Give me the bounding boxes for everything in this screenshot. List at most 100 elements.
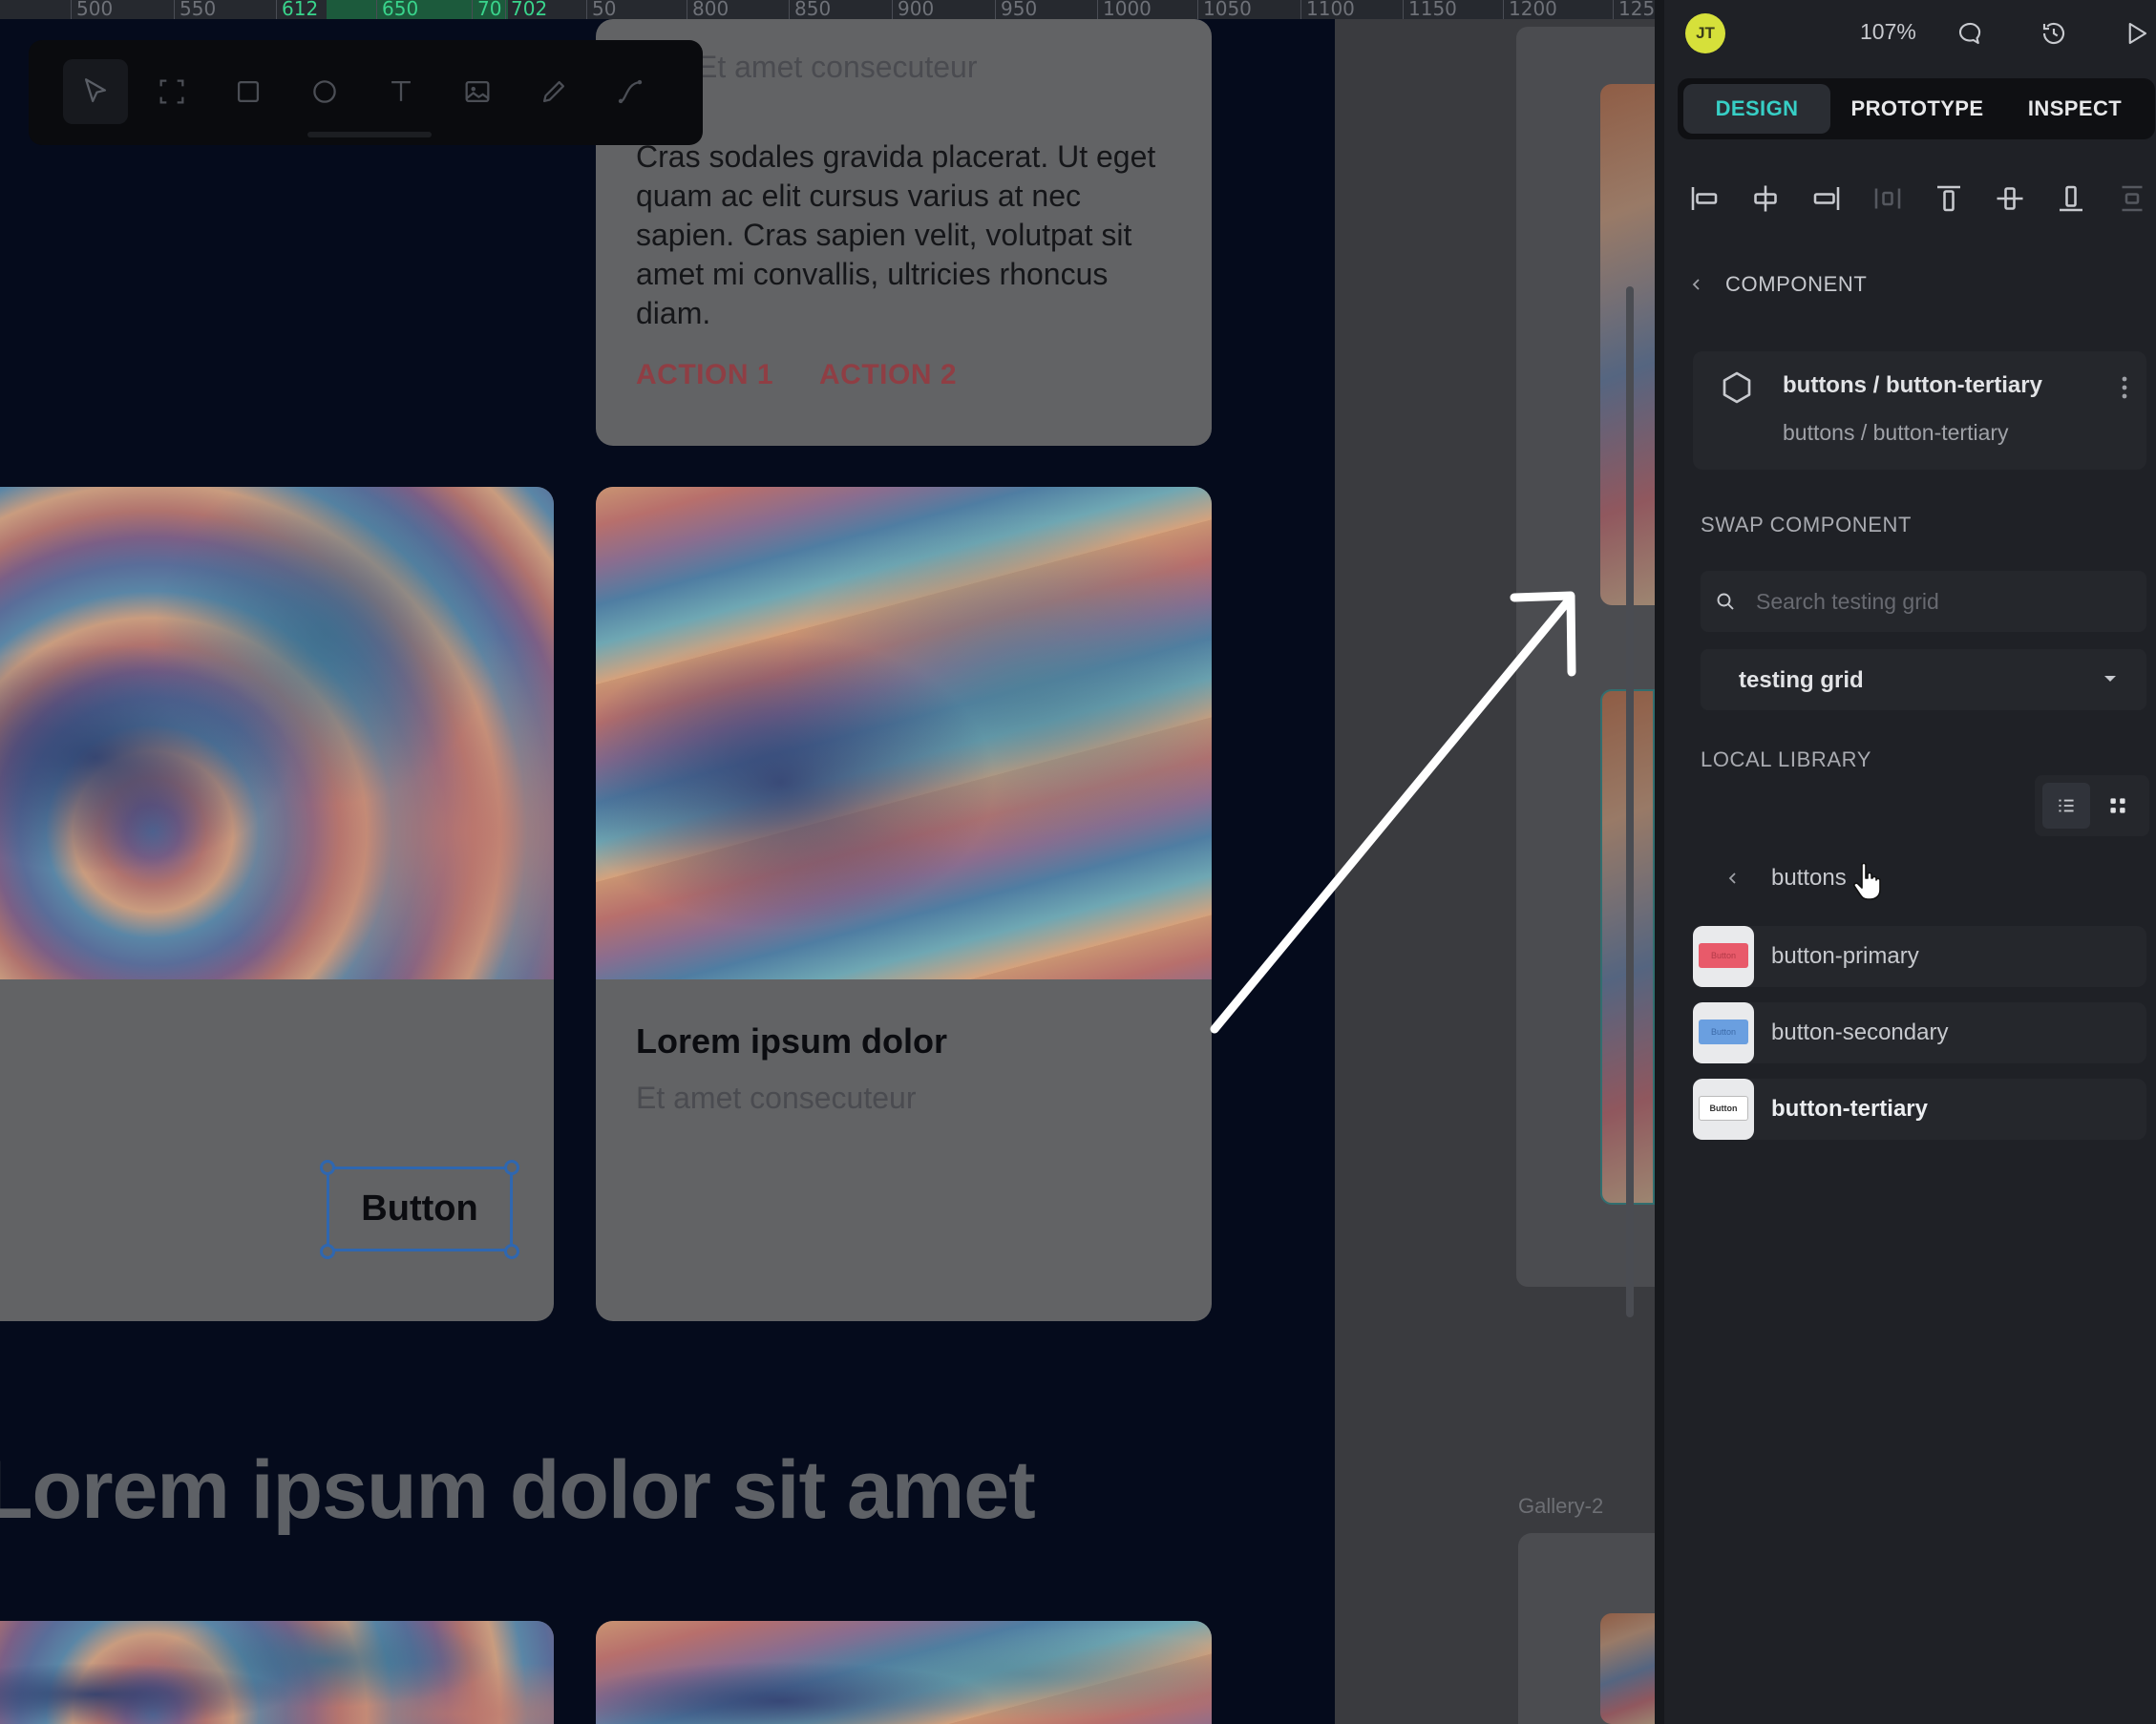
distribute-vertical-icon — [2122, 185, 2143, 212]
align-top-button[interactable] — [1928, 178, 1970, 220]
align-left-button[interactable] — [1683, 178, 1725, 220]
folder-name: buttons — [1771, 865, 1847, 891]
text-tool-button[interactable] — [369, 59, 433, 124]
gallery-thumb[interactable] — [1600, 1613, 1655, 1724]
align-bottom-button[interactable] — [2050, 178, 2092, 220]
ellipse-tool-button[interactable] — [292, 59, 357, 124]
panel-topbar: JT 107% — [1664, 0, 2156, 67]
tab-design[interactable]: DESIGN — [1683, 84, 1830, 134]
comment-icon — [1958, 22, 1981, 45]
selected-button[interactable]: Button — [327, 1167, 513, 1251]
swap-component-label: SWAP COMPONENT — [1701, 513, 1913, 536]
ruler-label: 702 — [511, 0, 548, 19]
distribute-horizontal-icon — [1874, 188, 1901, 209]
component-back-button[interactable]: COMPONENT — [1685, 272, 1867, 297]
library-item-name: button-primary — [1771, 943, 1919, 969]
ruler-tick — [1503, 0, 1504, 19]
align-center-horizontal-icon — [1754, 185, 1777, 212]
ruler-tick — [995, 0, 996, 19]
component-path: buttons / button-tertiary — [1783, 372, 2042, 398]
rectangle-tool-button[interactable] — [216, 59, 281, 124]
ruler-tick — [276, 0, 277, 19]
card-subtitle: Et amet consecuteur — [697, 50, 978, 84]
pencil-icon — [542, 80, 565, 103]
resize-handle[interactable] — [320, 1244, 335, 1259]
image-icon — [465, 80, 490, 103]
grid-icon — [2110, 798, 2125, 813]
ruler-label: 1150 — [1408, 0, 1457, 19]
panel-tabs: DESIGN PROTOTYPE INSPECT — [1678, 78, 2155, 139]
ruler-label: 650 — [382, 0, 419, 19]
card-body: Cras sodales gravida placerat. Ut eget q… — [636, 139, 1156, 330]
ruler-tick — [505, 0, 506, 19]
library-item-button-tertiary[interactable]: Button button-tertiary — [1693, 1079, 2146, 1140]
ruler-label: 1200 — [1509, 0, 1557, 19]
align-right-button[interactable] — [1806, 178, 1848, 220]
search-input[interactable] — [1756, 571, 2138, 632]
list-view-button[interactable] — [2042, 783, 2090, 829]
library-search[interactable] — [1701, 571, 2146, 632]
gallery-2-label[interactable]: Gallery-2 — [1518, 1494, 1603, 1519]
tab-prototype[interactable]: PROTOTYPE — [1840, 84, 1995, 134]
toolbar-drag-handle[interactable] — [307, 132, 432, 137]
rectangle-icon — [237, 80, 260, 103]
user-avatar[interactable]: JT — [1685, 13, 1725, 53]
library-item-button-secondary[interactable]: Button button-secondary — [1693, 1002, 2146, 1063]
distribute-vertical-button[interactable] — [2111, 178, 2153, 220]
hand-cursor-icon — [1853, 862, 1881, 900]
ruler-label: 1000 — [1103, 0, 1152, 19]
action-1-button[interactable]: ACTION 1 — [636, 359, 773, 391]
ruler-label: 1050 — [1203, 0, 1252, 19]
section-heading[interactable]: Lorem ipsum dolor sit amet — [0, 1443, 1036, 1538]
design-canvas[interactable]: 500 550 612 650 70 702 50 800 850 900 950 1000 1050 1… — [0, 0, 1655, 1724]
tab-inspect[interactable]: INSPECT — [2002, 84, 2147, 134]
distribute-horizontal-button[interactable] — [1867, 178, 1909, 220]
folder-back-button[interactable]: buttons — [1722, 865, 1847, 892]
annotation-arrow-icon — [1210, 591, 1576, 1034]
align-center-v-button[interactable] — [1989, 178, 2031, 220]
path-icon — [618, 79, 643, 104]
frame-tool-button[interactable] — [139, 59, 204, 124]
view-mode-toggle — [2035, 775, 2149, 836]
align-center-h-button[interactable] — [1744, 178, 1786, 220]
ruler-tick — [472, 0, 473, 19]
floating-toolbar — [29, 40, 703, 145]
canvas-scrollbar[interactable] — [1626, 286, 1634, 1317]
path-tool-button[interactable] — [598, 59, 663, 124]
design-panel: JT 107% DESIGN PROTOTYPE INSPECT COMPONE… — [1655, 0, 2156, 1724]
ruler-tick — [586, 0, 587, 19]
resize-handle[interactable] — [320, 1160, 335, 1175]
ruler-label: 950 — [1001, 0, 1038, 19]
select-tool-button[interactable] — [63, 59, 128, 124]
library-select[interactable]: testing grid — [1701, 649, 2146, 710]
ruler-label: 50 — [592, 0, 617, 19]
align-top-icon — [1937, 185, 1960, 212]
component-info[interactable]: buttons / button-tertiary buttons / butt… — [1693, 351, 2146, 470]
card-bottom-left[interactable] — [0, 1621, 554, 1724]
card-image — [596, 1621, 1212, 1724]
ruler-label: 70 — [477, 0, 502, 19]
resize-handle[interactable] — [504, 1244, 519, 1259]
ruler-tick — [1300, 0, 1301, 19]
thumb-chip: Button — [1699, 1096, 1748, 1121]
grid-view-button[interactable] — [2094, 783, 2142, 829]
component-thumbnail: Button — [1693, 1079, 1754, 1140]
history-button[interactable] — [2037, 16, 2071, 51]
ruler-tick — [892, 0, 893, 19]
library-item-button-primary[interactable]: Button button-primary — [1693, 926, 2146, 987]
component-thumbnail: Button — [1693, 926, 1754, 987]
button-label: Button — [361, 1188, 478, 1229]
play-prototype-button[interactable] — [2119, 16, 2153, 51]
action-2-button[interactable]: ACTION 2 — [819, 359, 957, 391]
resize-handle[interactable] — [504, 1160, 519, 1175]
align-center-vertical-icon — [1997, 187, 2023, 210]
pencil-tool-button[interactable] — [521, 59, 586, 124]
library-item-name: button-secondary — [1771, 1020, 1949, 1045]
zoom-level[interactable]: 107% — [1860, 19, 1916, 45]
card-bottom-right[interactable] — [596, 1621, 1212, 1724]
image-tool-button[interactable] — [445, 59, 510, 124]
comments-button[interactable] — [1953, 16, 1987, 51]
ruler-tick — [1403, 0, 1404, 19]
more-options-icon[interactable] — [2113, 370, 2136, 405]
card-right[interactable]: Lorem ipsum dolor Et amet consecuteur — [596, 487, 1212, 1321]
